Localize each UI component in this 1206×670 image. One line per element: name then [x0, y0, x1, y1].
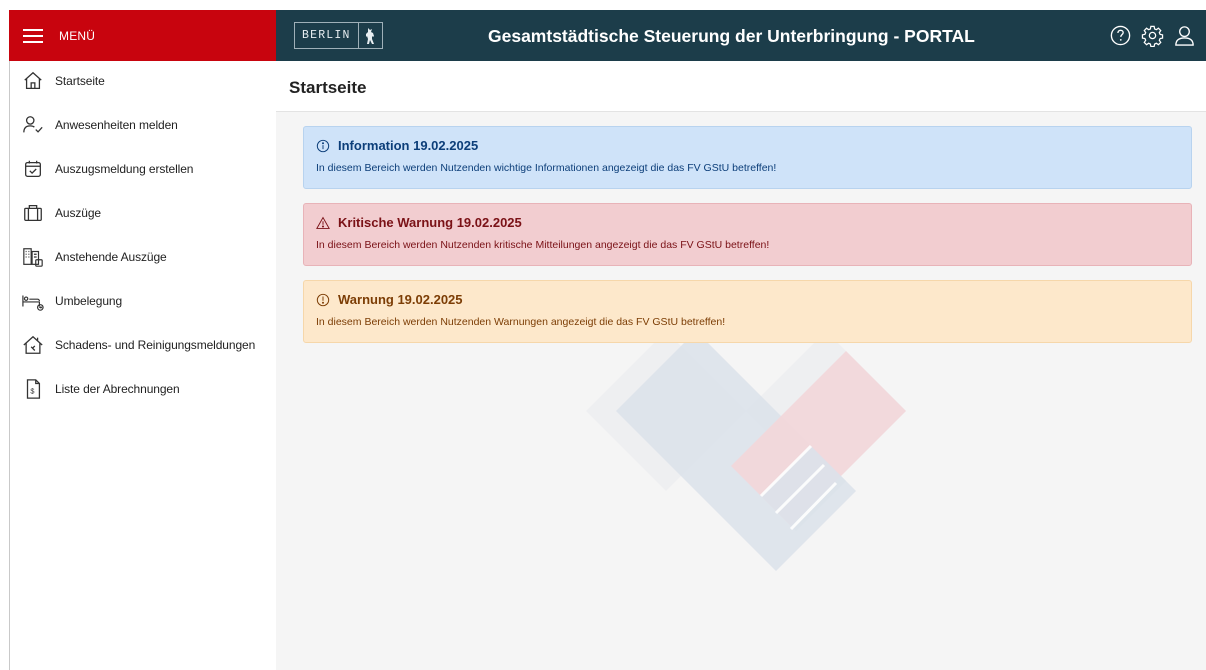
top-header: BERLIN Gesamtstädtische Steuerung der Un… — [276, 10, 1206, 61]
alert-text: In diesem Bereich werden Nutzenden Warnu… — [316, 316, 726, 328]
user-icon[interactable] — [1173, 24, 1196, 47]
bed-move-icon — [22, 295, 44, 311]
alert-title: Kritische Warnung 19.02.2025 — [338, 215, 522, 230]
person-check-icon — [23, 116, 43, 133]
portal-title: Gesamtstädtische Steuerung der Unterbrin… — [488, 26, 975, 46]
home-icon — [24, 71, 42, 89]
critical-alert: Kritische Warnung 19.02.2025 In diesem B… — [303, 203, 1192, 266]
berlin-bear-icon — [365, 27, 374, 44]
info-icon — [316, 139, 330, 152]
berlin-logo: BERLIN — [294, 22, 383, 49]
help-icon[interactable] — [1109, 24, 1132, 47]
warning-alert: Warnung 19.02.2025 In diesem Bereich wer… — [303, 280, 1192, 343]
sidebar-item-anwesenheiten[interactable]: Anwesenheiten melden — [10, 105, 276, 145]
main-content: Startseite Information 19.02.2025 In die… — [276, 61, 1206, 670]
sidebar-item-schadensmeldungen[interactable]: Schadens- und Reinigungsmeldungen — [10, 325, 276, 365]
sidebar-item-label: Liste der Abrechnungen — [55, 382, 180, 396]
alert-title: Information 19.02.2025 — [338, 138, 479, 153]
sidebar-item-anstehende-auszuege[interactable]: Anstehende Auszüge — [10, 237, 276, 277]
house-repair-icon — [23, 335, 43, 354]
sidebar-item-auszugsmeldung[interactable]: Auszugsmeldung erstellen — [10, 149, 276, 189]
info-alert: Information 19.02.2025 In diesem Bereich… — [303, 126, 1192, 189]
sidebar-item-label: Auszugsmeldung erstellen — [55, 162, 194, 176]
sidebar-item-auszuege[interactable]: Auszüge — [10, 193, 276, 233]
sidebar-item-umbelegung[interactable]: Umbelegung — [10, 281, 276, 321]
alert-text: In diesem Bereich werden Nutzenden kriti… — [316, 239, 770, 251]
alert-title: Warnung 19.02.2025 — [338, 292, 463, 307]
sidebar-item-abrechnungen[interactable]: $ Liste der Abrechnungen — [10, 369, 276, 409]
sidebar-item-label: Anwesenheiten melden — [55, 118, 178, 132]
warning-triangle-icon — [316, 216, 330, 229]
logo-text: BERLIN — [302, 29, 351, 42]
svg-text:$: $ — [30, 387, 34, 396]
page-title: Startseite — [289, 78, 367, 97]
sidebar-item-label: Auszüge — [55, 206, 101, 220]
page-header: Startseite — [276, 61, 1206, 112]
buildings-icon — [23, 248, 43, 267]
sidebar-item-label: Schadens- und Reinigungsmeldungen — [55, 338, 256, 352]
sidebar-item-label: Startseite — [55, 74, 105, 88]
sidebar-item-label: Umbelegung — [55, 294, 123, 308]
sidebar-item-label: Anstehende Auszüge — [55, 250, 167, 264]
settings-icon[interactable] — [1141, 24, 1164, 47]
menu-toggle-button[interactable]: MENÜ — [9, 10, 276, 61]
sidebar-nav: Startseite Anwesenheiten melden Auszugsm… — [9, 61, 276, 670]
calendar-check-icon — [25, 160, 41, 177]
hamburger-icon — [23, 28, 43, 44]
exclamation-circle-icon — [316, 293, 330, 306]
alert-text: In diesem Bereich werden Nutzenden wicht… — [316, 162, 777, 174]
sidebar-item-startseite[interactable]: Startseite — [10, 61, 276, 101]
briefcase-icon — [24, 205, 42, 221]
menu-label: MENÜ — [59, 28, 96, 43]
invoice-icon: $ — [26, 379, 41, 399]
